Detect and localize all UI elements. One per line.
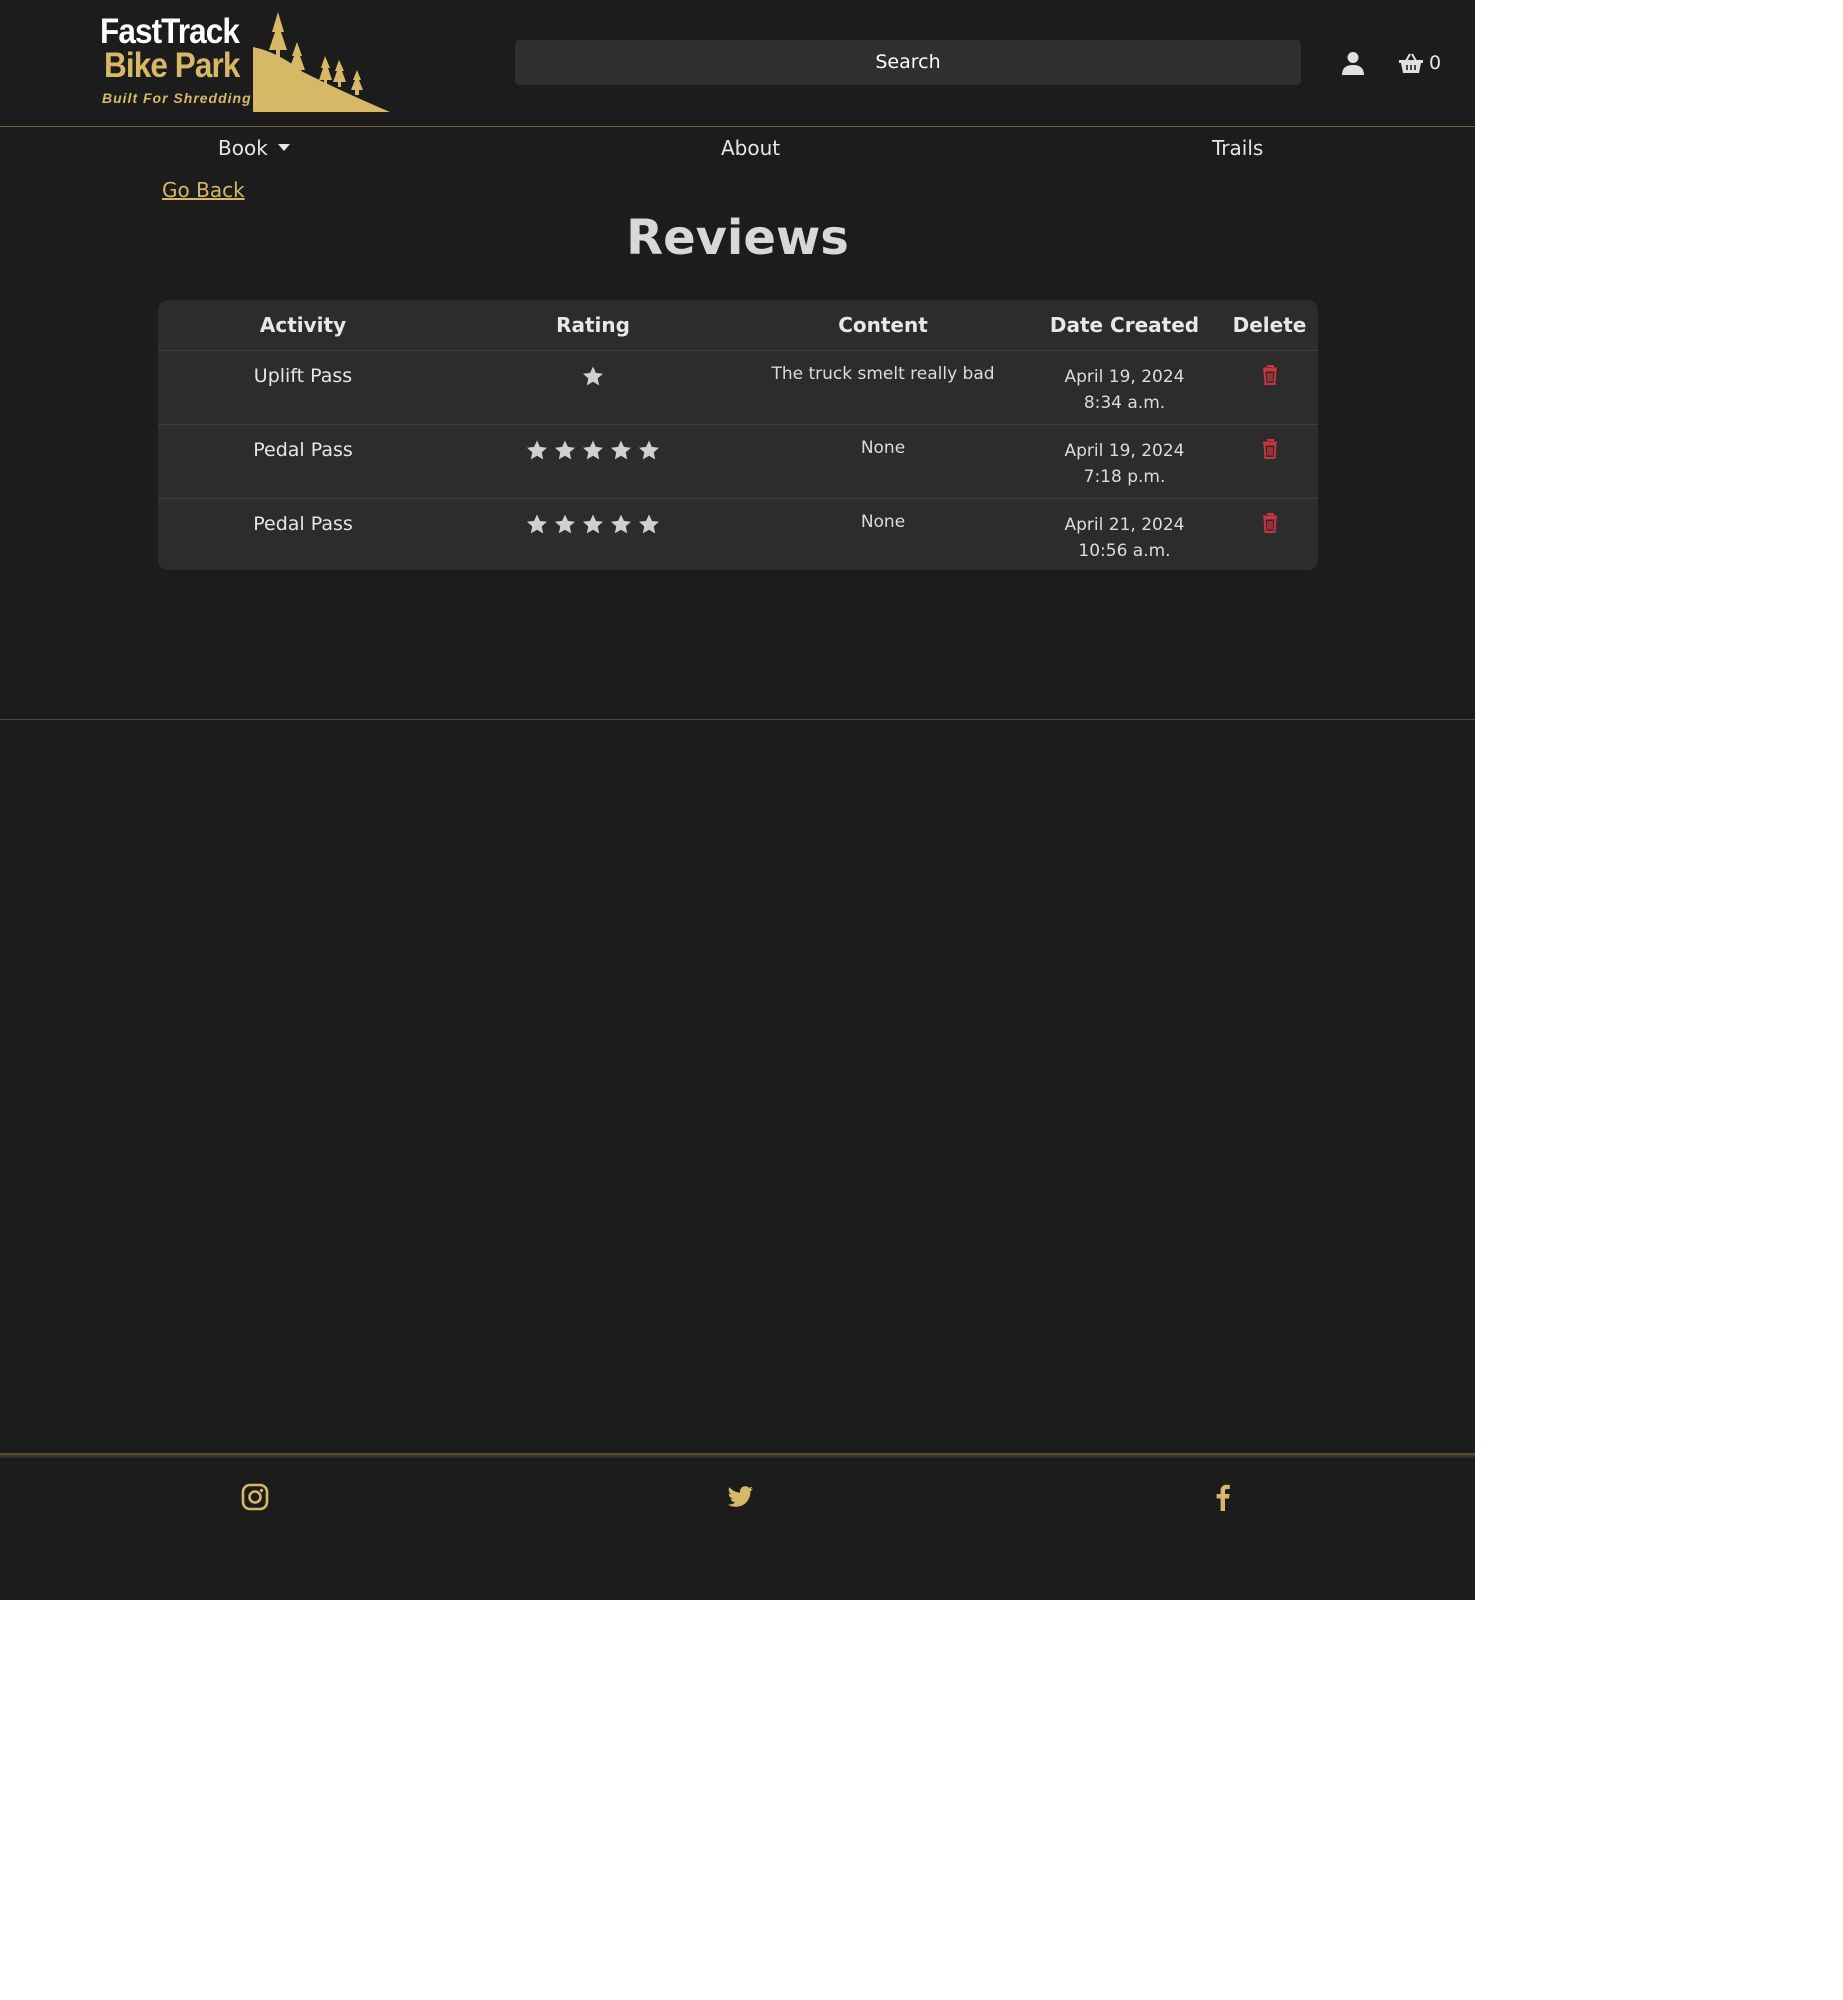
- cell-delete: [1221, 424, 1318, 499]
- star-icon: [555, 440, 575, 460]
- trash-icon: [1262, 513, 1277, 533]
- cell-activity: Pedal Pass: [158, 424, 448, 499]
- brand-logo[interactable]: FastTrack Bike Park Built For Shredding: [98, 12, 390, 112]
- cell-activity: Pedal Pass: [158, 499, 448, 571]
- star-icon: [611, 514, 631, 534]
- date-text: April 19, 2024: [1064, 367, 1185, 387]
- content-text: None: [860, 438, 906, 458]
- cart-button[interactable]: 0: [1399, 51, 1441, 75]
- cell-rating: [448, 350, 738, 425]
- content-text: None: [860, 512, 906, 532]
- star-icon: [583, 366, 603, 386]
- instagram-icon[interactable]: [240, 1482, 270, 1512]
- cart-count: 0: [1429, 52, 1442, 74]
- date-text: April 19, 2024: [1064, 441, 1185, 461]
- basket-icon: [1399, 53, 1423, 73]
- cell-date-created: April 21, 2024 10:56 a.m.: [1028, 499, 1221, 571]
- facebook-icon[interactable]: [1208, 1482, 1238, 1512]
- cell-content: The truck smelt really bad: [738, 350, 1028, 425]
- nav-trails[interactable]: Trails: [1212, 136, 1263, 160]
- activity-text: Pedal Pass: [253, 439, 353, 461]
- table-row: Pedal Pass None April 19, 2024 7:18 p.m.: [158, 424, 1318, 499]
- star-icon: [583, 440, 603, 460]
- trash-icon: [1262, 365, 1277, 385]
- brand-name-line2: Bike Park: [104, 46, 240, 85]
- twitter-icon[interactable]: [725, 1482, 755, 1512]
- star-icon: [527, 514, 547, 534]
- rating-stars: [448, 425, 738, 461]
- time-text: 10:56 a.m.: [1078, 541, 1171, 561]
- go-back-link[interactable]: Go Back: [162, 178, 245, 202]
- brand-tagline: Built For Shredding: [102, 90, 252, 106]
- star-icon: [639, 440, 659, 460]
- delete-button[interactable]: [1221, 499, 1318, 537]
- star-icon: [555, 514, 575, 534]
- table-header-row: Activity Rating Content Date Created Del…: [158, 300, 1318, 351]
- cell-delete: [1221, 350, 1318, 425]
- content-divider: [0, 719, 1475, 720]
- activity-text: Pedal Pass: [253, 513, 353, 535]
- nav-about[interactable]: About: [721, 136, 780, 160]
- cell-rating: [448, 424, 738, 499]
- star-icon: [583, 514, 603, 534]
- cell-date-created: April 19, 2024 8:34 a.m.: [1028, 350, 1221, 425]
- cell-rating: [448, 499, 738, 571]
- trash-icon: [1262, 439, 1277, 459]
- time-text: 7:18 p.m.: [1083, 467, 1166, 487]
- page-title: Reviews: [626, 210, 849, 266]
- time-text: 8:34 a.m.: [1083, 393, 1166, 413]
- reviews-table: Activity Rating Content Date Created Del…: [158, 300, 1318, 570]
- nav-book-dropdown[interactable]: Book: [218, 136, 290, 160]
- nav-book-label: Book: [218, 136, 268, 160]
- cell-date-created: April 19, 2024 7:18 p.m.: [1028, 424, 1221, 499]
- date-created: April 19, 2024 8:34 a.m.: [1028, 351, 1221, 416]
- star-icon: [611, 440, 631, 460]
- rating-stars: [448, 499, 738, 535]
- col-header-delete: Delete: [1221, 300, 1318, 351]
- content-text: The truck smelt really bad: [771, 364, 995, 384]
- date-text: April 21, 2024: [1064, 515, 1185, 535]
- site-header: FastTrack Bike Park Built For Shredding …: [0, 0, 1475, 127]
- cell-activity: Uplift Pass: [158, 350, 448, 425]
- delete-button[interactable]: [1221, 351, 1318, 389]
- col-header-content: Content: [738, 300, 1028, 351]
- date-created: April 19, 2024 7:18 p.m.: [1028, 425, 1221, 490]
- rating-stars: [448, 351, 738, 387]
- col-header-rating: Rating: [448, 300, 738, 351]
- cell-content: None: [738, 424, 1028, 499]
- hill-trees-icon: [253, 12, 390, 112]
- app-root: FastTrack Bike Park Built For Shredding …: [0, 0, 1475, 1600]
- caret-down-icon: [277, 144, 290, 151]
- table-row: Uplift Pass The truck smelt really bad Apr…: [158, 350, 1318, 425]
- date-created: April 21, 2024 10:56 a.m.: [1028, 499, 1221, 564]
- star-icon: [527, 440, 547, 460]
- col-header-activity: Activity: [158, 300, 448, 351]
- footer-border: [0, 1453, 1475, 1458]
- activity-text: Uplift Pass: [253, 365, 353, 387]
- cell-content: None: [738, 499, 1028, 571]
- cell-delete: [1221, 499, 1318, 571]
- delete-button[interactable]: [1221, 425, 1318, 463]
- col-header-date-created: Date Created: [1028, 300, 1221, 351]
- table-row: Pedal Pass None April 21, 2024 10:56 a.m.: [158, 499, 1318, 571]
- user-icon[interactable]: [1342, 51, 1364, 75]
- search-input[interactable]: Search: [515, 40, 1301, 85]
- star-icon: [639, 514, 659, 534]
